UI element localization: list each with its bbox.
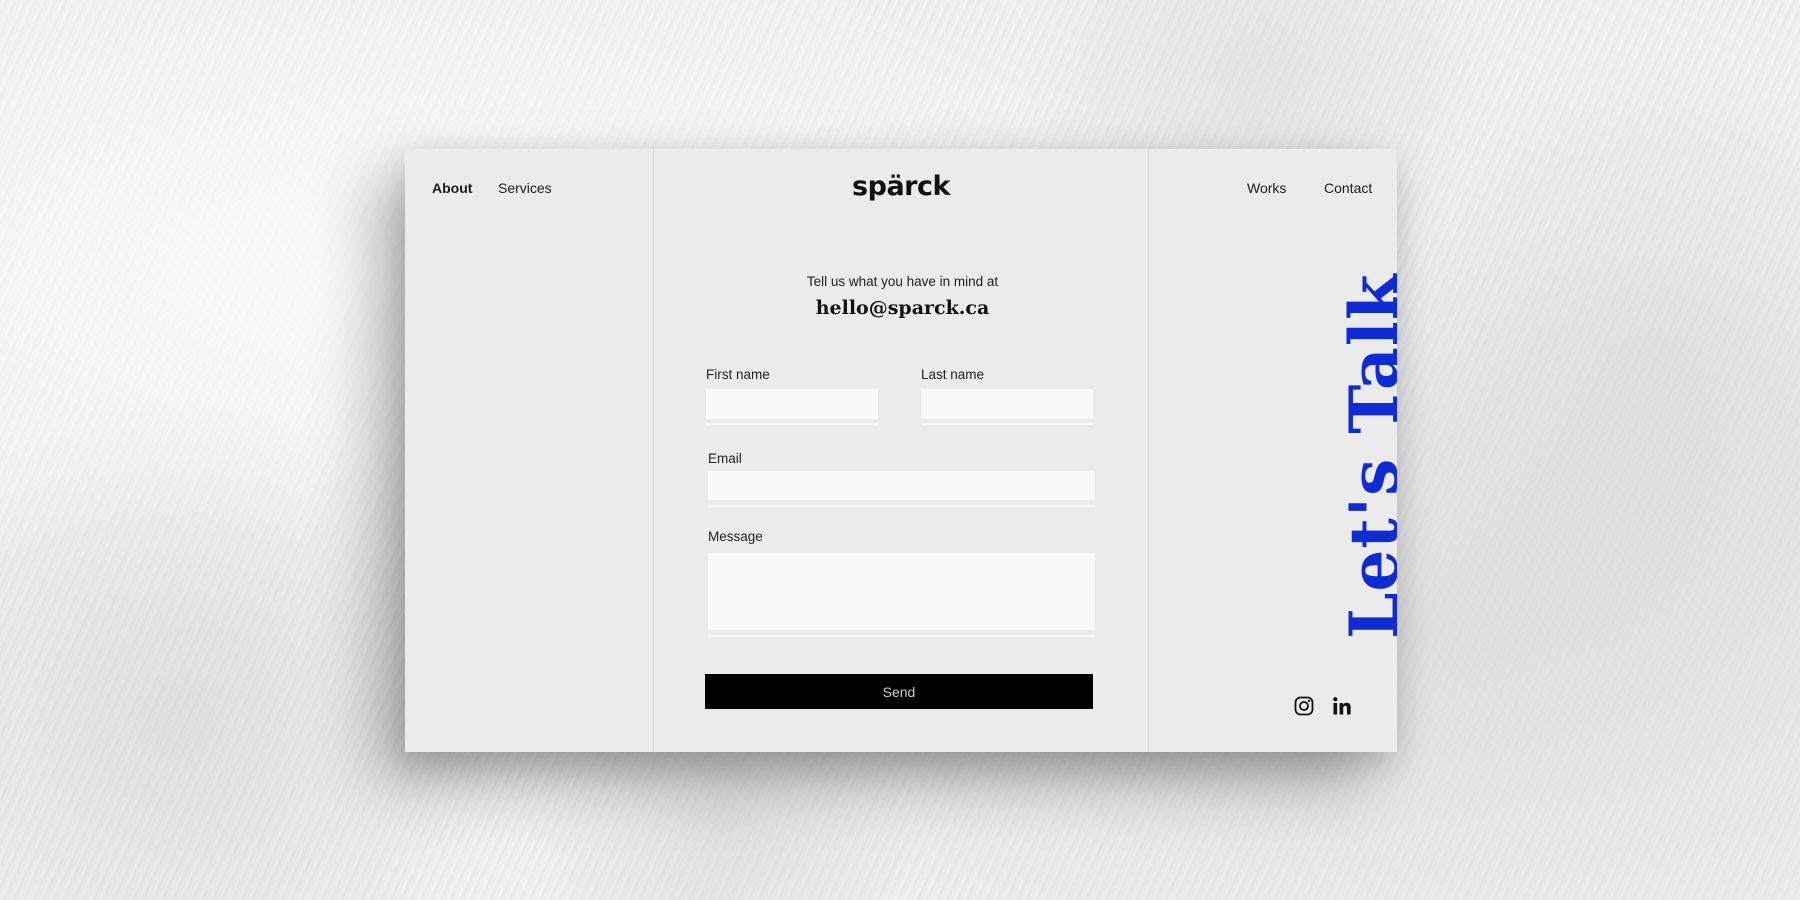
contact-email-link[interactable]: hello@sparck.ca: [655, 297, 1150, 319]
logo-text[interactable]: spärck: [852, 171, 950, 202]
email-underline: [708, 505, 1095, 507]
lets-talk-heading: Let's Talk: [1335, 273, 1397, 639]
send-button[interactable]: Send: [705, 674, 1093, 709]
column-divider-left: [653, 149, 654, 752]
linkedin-icon[interactable]: [1331, 695, 1353, 717]
instagram-icon[interactable]: [1293, 695, 1315, 717]
email-label: Email: [708, 451, 742, 466]
column-divider-right: [1148, 149, 1149, 752]
first-name-label: First name: [706, 367, 770, 382]
last-name-input[interactable]: [921, 389, 1093, 419]
nav-link-services[interactable]: Services: [498, 180, 552, 196]
contact-intro-text: Tell us what you have in mind at: [806, 274, 999, 289]
last-name-underline: [921, 423, 1093, 425]
first-name-input[interactable]: [706, 389, 878, 419]
last-name-label: Last name: [921, 367, 985, 382]
message-label: Message: [708, 529, 763, 544]
first-name-underline: [706, 423, 878, 425]
nav-link-contact[interactable]: Contact: [1324, 180, 1372, 196]
nav-link-about[interactable]: About: [432, 180, 472, 196]
website-mockup-card: About Services spärck Works Contact Tell…: [405, 149, 1397, 752]
message-textarea[interactable]: [708, 553, 1095, 630]
nav-link-works[interactable]: Works: [1247, 180, 1286, 196]
message-underline: [708, 635, 1095, 637]
email-input[interactable]: [708, 471, 1095, 500]
